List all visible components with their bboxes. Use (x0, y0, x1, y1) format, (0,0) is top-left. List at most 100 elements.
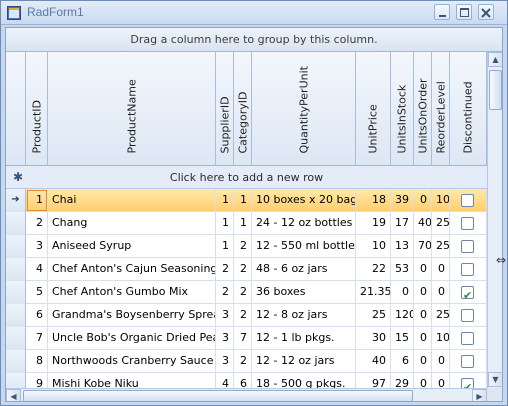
cell-id[interactable]: 8 (26, 350, 48, 373)
header-categoryid[interactable]: CategoryID (234, 52, 252, 166)
cell-qty[interactable]: 12 - 12 oz jars (252, 350, 356, 373)
cell-category[interactable]: 1 (234, 212, 252, 235)
cell-reorder[interactable]: 25 (432, 212, 450, 235)
horizontal-scrollbar[interactable]: ◀ ▶ (6, 388, 487, 401)
scroll-down-arrow-icon[interactable]: ▼ (488, 372, 502, 387)
cell-price[interactable]: 40 (356, 350, 391, 373)
cell-qty[interactable]: 36 boxes (252, 281, 356, 304)
discontinued-checkbox[interactable] (461, 285, 474, 304)
cell-supplier[interactable]: 2 (216, 281, 234, 304)
discontinued-checkbox[interactable] (461, 194, 474, 207)
discontinued-checkbox[interactable] (461, 240, 474, 253)
cell-order[interactable]: 40 (414, 212, 432, 235)
row-indicator[interactable] (6, 304, 26, 327)
header-quantityperunit[interactable]: QuantityPerUnit (252, 52, 356, 166)
table-row[interactable]: 7 Uncle Bob's Organic Dried Pears 3 7 12 - 1… (6, 327, 487, 350)
cell-category[interactable]: 2 (234, 235, 252, 258)
cell-price[interactable]: 30 (356, 327, 391, 350)
cell-reorder[interactable]: 0 (432, 258, 450, 281)
row-indicator[interactable] (6, 350, 26, 373)
cell-price[interactable]: 22 (356, 258, 391, 281)
cell-name[interactable]: Northwoods Cranberry Sauce (48, 350, 216, 373)
cell-supplier[interactable]: 3 (216, 327, 234, 350)
row-indicator[interactable] (6, 281, 26, 304)
table-row[interactable]: 3 Aniseed Syrup 1 2 12 - 550 ml bottles 10 13 7… (6, 235, 487, 258)
cell-name[interactable]: Chai (48, 189, 216, 212)
vertical-scroll-thumb[interactable] (489, 70, 502, 110)
cell-order[interactable]: 70 (414, 235, 432, 258)
cell-name[interactable]: Uncle Bob's Organic Dried Pears (48, 327, 216, 350)
cell-reorder[interactable]: 0 (432, 350, 450, 373)
row-indicator[interactable] (6, 258, 26, 281)
maximize-button[interactable] (456, 4, 472, 20)
header-productname[interactable]: ProductName (48, 52, 216, 166)
cell-name[interactable]: Aniseed Syrup (48, 235, 216, 258)
cell-category[interactable]: 2 (234, 281, 252, 304)
cell-id[interactable]: 2 (26, 212, 48, 235)
cell-stock[interactable]: 39 (391, 189, 414, 212)
cell-supplier[interactable]: 1 (216, 235, 234, 258)
cell-price[interactable]: 19 (356, 212, 391, 235)
cell-id[interactable]: 4 (26, 258, 48, 281)
table-row[interactable]: 4 Chef Anton's Cajun Seasoning 2 2 48 - 6 oz… (6, 258, 487, 281)
close-button[interactable] (478, 4, 494, 20)
cell-supplier[interactable]: 1 (216, 212, 234, 235)
cell-order[interactable]: 0 (414, 258, 432, 281)
add-new-row[interactable]: ✱ Click here to add a new row (6, 166, 487, 189)
row-indicator[interactable] (6, 327, 26, 350)
cell-name[interactable]: Chef Anton's Gumbo Mix (48, 281, 216, 304)
cell-reorder[interactable]: 10 (432, 327, 450, 350)
cell-price[interactable]: 25 (356, 304, 391, 327)
cell-supplier[interactable]: 1 (216, 189, 234, 212)
table-row[interactable]: ➔ 1 Chai 1 1 10 boxes x 20 bags 18 39 0 10 (6, 189, 487, 212)
cell-qty[interactable]: 12 - 8 oz jars (252, 304, 356, 327)
discontinued-checkbox[interactable] (461, 332, 474, 345)
cell-qty[interactable]: 12 - 550 ml bottles (252, 235, 356, 258)
cell-order[interactable]: 0 (414, 304, 432, 327)
row-indicator[interactable]: ➔ (6, 189, 26, 212)
row-indicator[interactable] (6, 235, 26, 258)
cell-qty[interactable]: 48 - 6 oz jars (252, 258, 356, 281)
cell-reorder[interactable]: 25 (432, 235, 450, 258)
cell-stock[interactable]: 15 (391, 327, 414, 350)
cell-category[interactable]: 2 (234, 258, 252, 281)
cell-stock[interactable]: 53 (391, 258, 414, 281)
cell-reorder[interactable]: 0 (432, 281, 450, 304)
header-discontinued[interactable]: Discontinued (450, 52, 487, 166)
cell-order[interactable]: 0 (414, 350, 432, 373)
cell-stock[interactable]: 13 (391, 235, 414, 258)
header-reorderlevel[interactable]: ReorderLevel (432, 52, 450, 166)
cell-price[interactable]: 21.35 (356, 281, 391, 304)
discontinued-checkbox[interactable] (461, 355, 474, 368)
cell-id[interactable]: 3 (26, 235, 48, 258)
cell-reorder[interactable]: 25 (432, 304, 450, 327)
table-row[interactable]: 8 Northwoods Cranberry Sauce 3 2 12 - 12 oz … (6, 350, 487, 373)
row-indicator[interactable] (6, 212, 26, 235)
cell-id[interactable]: 5 (26, 281, 48, 304)
cell-category[interactable]: 2 (234, 350, 252, 373)
cell-supplier[interactable]: 2 (216, 258, 234, 281)
scroll-up-arrow-icon[interactable]: ▲ (488, 52, 502, 67)
minimize-button[interactable] (434, 4, 450, 20)
cell-reorder[interactable]: 10 (432, 189, 450, 212)
cell-stock[interactable]: 17 (391, 212, 414, 235)
cell-name[interactable]: Chef Anton's Cajun Seasoning (48, 258, 216, 281)
cell-qty[interactable]: 12 - 1 lb pkgs. (252, 327, 356, 350)
cell-stock[interactable]: 120 (391, 304, 414, 327)
cell-category[interactable]: 1 (234, 189, 252, 212)
vertical-scrollbar[interactable]: ▲ ▼ (487, 52, 502, 388)
group-panel[interactable]: Drag a column here to group by this colu… (6, 28, 502, 52)
cell-name[interactable]: Chang (48, 212, 216, 235)
cell-stock[interactable]: 0 (391, 281, 414, 304)
discontinued-checkbox[interactable] (461, 263, 474, 276)
cell-name[interactable]: Grandma's Boysenberry Spread (48, 304, 216, 327)
table-row[interactable]: 6 Grandma's Boysenberry Spread 3 2 12 - 8 oz… (6, 304, 487, 327)
cell-id[interactable]: 7 (26, 327, 48, 350)
header-unitprice[interactable]: UnitPrice (356, 52, 391, 166)
table-row[interactable]: 5 Chef Anton's Gumbo Mix 2 2 36 boxes 21.35 0 0… (6, 281, 487, 304)
cell-stock[interactable]: 6 (391, 350, 414, 373)
cell-qty[interactable]: 24 - 12 oz bottles (252, 212, 356, 235)
cell-order[interactable]: 0 (414, 281, 432, 304)
cell-price[interactable]: 18 (356, 189, 391, 212)
header-unitsonorder[interactable]: UnitsOnOrder (414, 52, 432, 166)
